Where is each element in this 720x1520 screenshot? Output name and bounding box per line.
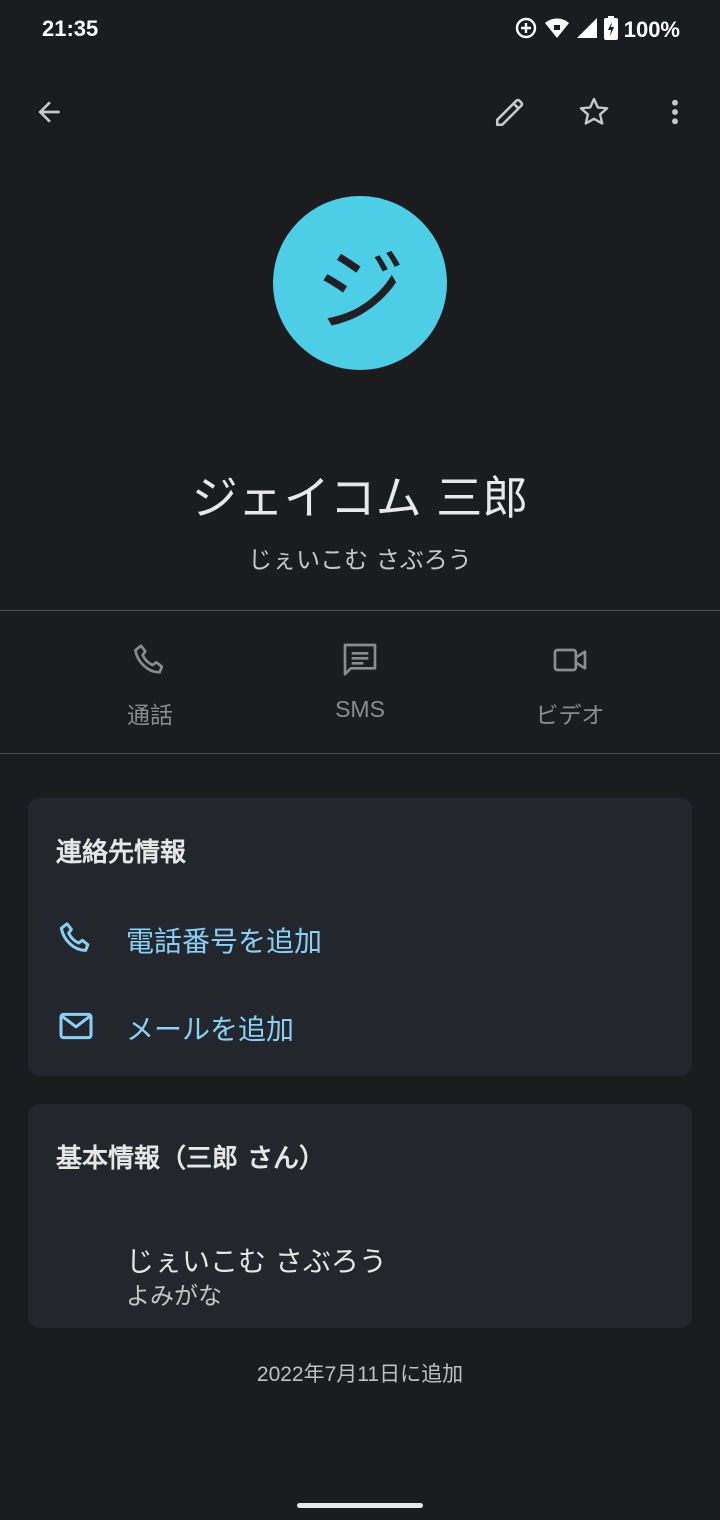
contact-phonetic-name: じぇいこむ さぶろう	[248, 546, 472, 574]
phonetic-name-value[interactable]: じぇいこむ さぶろう	[126, 1240, 387, 1280]
battery-percent: 100%	[623, 17, 680, 42]
top-app-bar	[0, 80, 720, 150]
add-email-label: メールを追加	[126, 1013, 295, 1046]
added-date: 2022年7月11日に追加	[256, 1363, 464, 1386]
contact-name: ジェイコム 三郎	[191, 471, 529, 525]
basic-info-card: 基本情報（三郎 さん） じぇいこむ さぶろう よみがな	[28, 1104, 692, 1328]
quick-actions: 通話 SMS ビデオ	[0, 612, 720, 752]
star-outline-icon	[577, 95, 611, 133]
avatar: ジ	[273, 196, 447, 370]
video-action-label: ビデオ	[535, 702, 605, 728]
arrow-left-icon	[33, 96, 65, 132]
phonetic-name-label: よみがな	[126, 1282, 222, 1310]
edit-button[interactable]	[482, 86, 538, 142]
signal-icon	[576, 17, 598, 43]
data-saver-icon	[514, 16, 538, 44]
divider-top	[0, 610, 720, 611]
avatar-letter: ジ	[315, 239, 405, 344]
call-action-button[interactable]: 通話	[70, 640, 230, 730]
pencil-icon	[493, 95, 527, 133]
sms-action-label: SMS	[335, 696, 385, 722]
basic-info-title: 基本情報（三郎 さん）	[56, 1144, 326, 1174]
sms-action-button[interactable]: SMS	[280, 640, 440, 723]
status-bar: 21:35 100%	[0, 0, 720, 60]
add-phone-button[interactable]: 電話番号を追加	[56, 912, 322, 968]
video-action-button[interactable]: ビデオ	[490, 640, 650, 730]
video-icon	[550, 640, 590, 684]
phone-icon	[130, 640, 170, 684]
message-icon	[340, 640, 380, 684]
mail-icon	[56, 1006, 96, 1050]
more-vert-icon	[659, 96, 691, 132]
back-button[interactable]	[21, 86, 77, 142]
add-phone-label: 電話番号を追加	[126, 925, 323, 958]
wifi-icon	[544, 16, 570, 44]
battery-charging-icon	[603, 16, 618, 44]
phone-icon	[56, 918, 96, 962]
contact-info-title: 連絡先情報	[56, 838, 187, 868]
status-time: 21:35	[42, 16, 99, 41]
divider-bottom	[0, 753, 720, 754]
favorite-button[interactable]	[566, 86, 622, 142]
contact-info-card: 連絡先情報 電話番号を追加 メールを追加	[28, 798, 692, 1076]
call-action-label: 通話	[127, 702, 173, 728]
more-options-button[interactable]	[647, 86, 703, 142]
home-indicator[interactable]	[297, 1503, 423, 1508]
status-icons: 100%	[514, 14, 680, 46]
add-email-button[interactable]: メールを追加	[56, 1000, 294, 1056]
